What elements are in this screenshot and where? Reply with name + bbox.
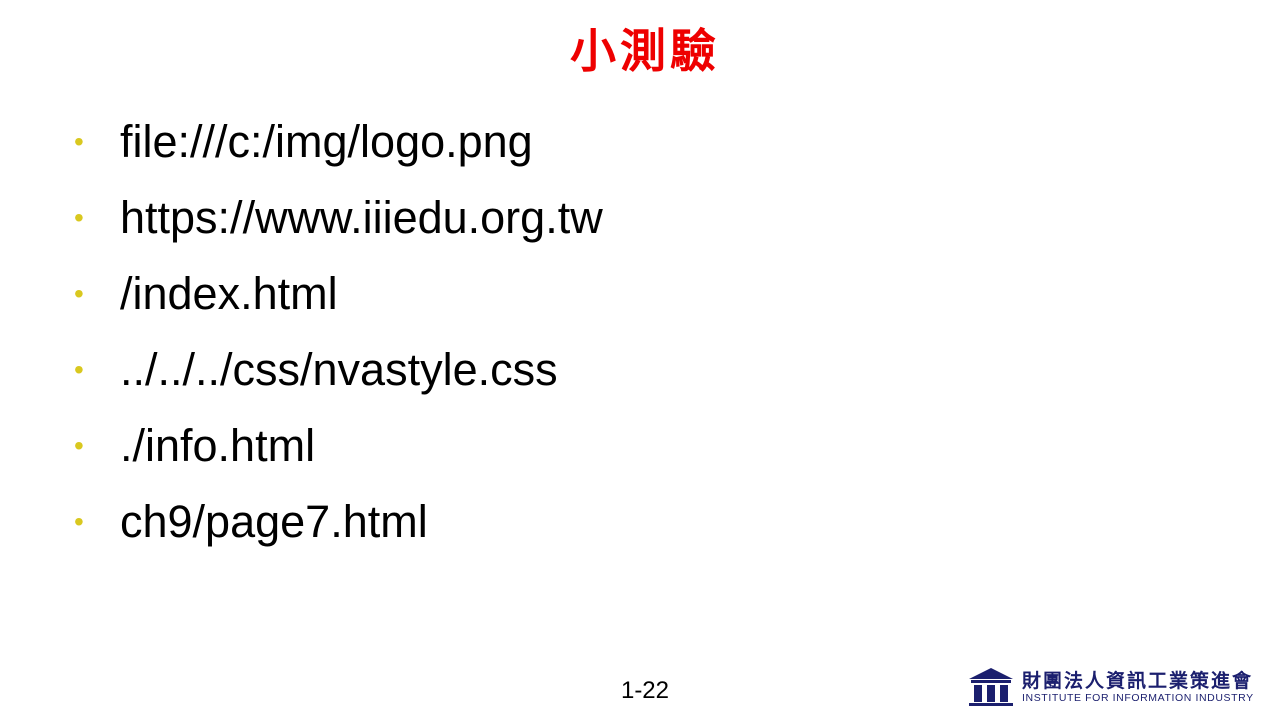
page-number: 1-22	[620, 677, 670, 704]
list-item: • https://www.iiiedu.org.tw	[72, 180, 603, 256]
bullet-text: ./info.html	[120, 420, 316, 471]
bullet-text: ch9/page7.html	[120, 496, 428, 547]
list-item: • file:///c:/img/logo.png	[72, 104, 603, 180]
bullet-text: ../../../css/nvastyle.css	[120, 344, 558, 395]
bullet-icon: •	[74, 126, 84, 157]
bullet-icon: •	[74, 354, 84, 385]
list-item: • /index.html	[72, 256, 603, 332]
slide: 小測驗 • file:///c:/img/logo.png • https://…	[0, 0, 1280, 720]
organization-logo: 財團法人資訊工業策進會 INSTITUTE FOR INFORMATION IN…	[968, 666, 1268, 708]
logo-english-name: INSTITUTE FOR INFORMATION INDUSTRY	[1022, 691, 1254, 704]
list-item: • ../../../css/nvastyle.css	[72, 332, 603, 408]
bullet-icon: •	[74, 278, 84, 309]
list-item: • ./info.html	[72, 408, 603, 484]
bullet-list: • file:///c:/img/logo.png • https://www.…	[72, 104, 603, 560]
bullet-icon: •	[74, 202, 84, 233]
slide-title: 小測驗	[570, 24, 720, 78]
logo-chinese-name: 財團法人資訊工業策進會	[1022, 669, 1254, 692]
bullet-text: file:///c:/img/logo.png	[120, 116, 533, 167]
bullet-icon: •	[74, 430, 84, 461]
logo-text: 財團法人資訊工業策進會 INSTITUTE FOR INFORMATION IN…	[1022, 670, 1254, 705]
bullet-text: https://www.iiiedu.org.tw	[120, 192, 603, 243]
bullet-icon: •	[74, 506, 84, 537]
bullet-text: /index.html	[120, 268, 338, 319]
building-columns-icon	[969, 668, 1013, 706]
list-item: • ch9/page7.html	[72, 484, 603, 560]
